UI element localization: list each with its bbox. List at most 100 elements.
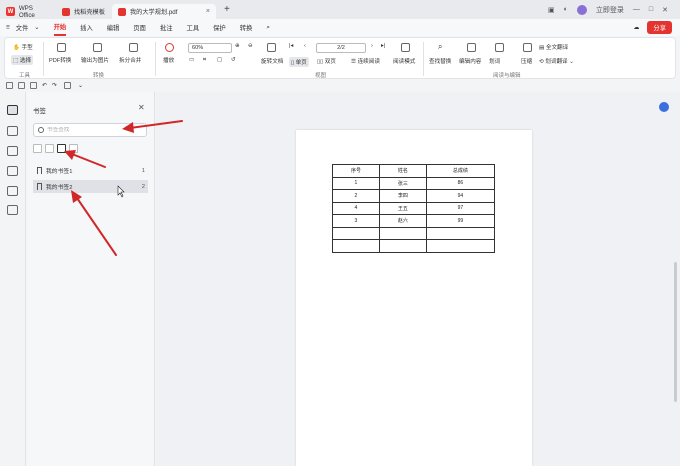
tab-pdf-document[interactable]: 我的大学规划.pdf × [112, 4, 216, 19]
close-icon[interactable]: × [206, 8, 210, 15]
continuous-label: 连续阅读 [357, 59, 380, 65]
bookmark-page: 1 [141, 167, 145, 174]
menu-protect[interactable]: 保护 [213, 19, 226, 36]
menu-home[interactable]: 开始 [53, 19, 67, 36]
bookmark-item[interactable]: 我的书签2 2 [33, 180, 148, 193]
play-icon [165, 43, 174, 52]
collapse-all-icon[interactable] [45, 144, 54, 153]
full-translate-label: 全文翻译 [545, 45, 569, 51]
double-page-button[interactable]: ▯▯ 双页 [317, 57, 336, 65]
hamburger-icon[interactable]: ≡ [6, 24, 10, 31]
highlight-icon [495, 43, 504, 52]
select-tool-button[interactable]: ⬚ 选择 [11, 55, 34, 65]
tab-wps-office[interactable]: W WPS Office [0, 4, 56, 19]
group-label-tools: 工具 [19, 73, 31, 79]
single-page-button[interactable]: ▯ 单页 [289, 57, 309, 67]
thumbnail-icon[interactable] [7, 126, 18, 136]
vertical-scrollbar[interactable] [674, 262, 677, 402]
share-button[interactable]: 分享 [647, 21, 672, 34]
table-cell: 99 [425, 214, 496, 228]
menu-edit[interactable]: 编辑 [107, 19, 120, 36]
maximize-icon[interactable]: □ [649, 6, 653, 13]
table-row: 2 李四 94 [332, 189, 496, 203]
actual-size-icon[interactable]: ▢ [217, 57, 222, 63]
folder-icon[interactable] [6, 82, 13, 89]
delete-bookmark-icon[interactable] [69, 144, 78, 153]
menu-insert[interactable]: 插入 [80, 19, 93, 36]
menu-convert[interactable]: 转换 [240, 19, 253, 36]
new-tab-icon[interactable]: + [224, 4, 230, 15]
search-icon [38, 127, 44, 133]
play-button[interactable]: 播放 [163, 56, 174, 64]
zoom-select[interactable]: 60% [188, 43, 232, 53]
divider [43, 42, 44, 76]
avatar[interactable] [576, 4, 587, 15]
prev-page-icon[interactable]: ‹ [304, 43, 306, 49]
tag-icon[interactable] [7, 166, 18, 176]
undo-icon[interactable]: ↶ [42, 82, 49, 89]
table-cell [425, 226, 496, 240]
comment-icon[interactable] [7, 146, 18, 156]
last-page-icon[interactable]: ▸| [381, 43, 385, 49]
compress-icon [523, 43, 532, 52]
full-translate-button[interactable]: ▤ 全文翻译 [539, 43, 568, 51]
add-bookmark-icon[interactable] [57, 144, 66, 153]
highlight-button[interactable]: 划词 [489, 57, 500, 65]
find-replace-button[interactable]: 查找替换 [429, 57, 451, 65]
group-label-convert: 转换 [93, 73, 105, 79]
bookmark-panel-icon[interactable] [7, 105, 18, 115]
copy-icon[interactable] [64, 82, 71, 89]
table-header-cell: 姓名 [378, 164, 427, 178]
menu-page[interactable]: 页面 [133, 19, 146, 36]
export-image-button[interactable]: 输出为图片 [81, 56, 109, 64]
tab-templates[interactable]: 找稻壳模板 [56, 4, 112, 19]
group-label-view: 视图 [315, 73, 327, 79]
zoom-in-icon[interactable]: ⊕ [235, 43, 240, 49]
redo-icon[interactable]: ↷ [52, 82, 59, 89]
signature-icon[interactable] [7, 186, 18, 196]
split-merge-button[interactable]: 拆分合并 [119, 56, 141, 64]
page-number-input[interactable]: 2/2 [316, 43, 366, 53]
print-icon[interactable] [30, 82, 37, 89]
first-page-icon[interactable]: |◂ [289, 43, 293, 49]
menu-tools[interactable]: 工具 [187, 19, 200, 36]
document-viewport[interactable]: 序号 姓名 总成绩 1 张三 86 2 李四 94 4 王五 97 3 赵六 9… [156, 92, 680, 466]
compress-button[interactable]: 压缩 [521, 57, 532, 65]
hand-tool-button[interactable]: ✋ 手型 [13, 43, 33, 51]
template-icon [62, 7, 70, 16]
continuous-read-button[interactable]: ☰ 连续阅读 [351, 57, 380, 65]
rotate-doc-button[interactable]: 旋转文档 [261, 57, 283, 65]
close-icon[interactable]: ✕ [138, 103, 145, 112]
table-cell: 1 [332, 176, 380, 190]
edit-content-button[interactable]: 编辑内容 [459, 57, 481, 65]
bookmark-search-input[interactable] [47, 127, 137, 133]
ribbon-toolbar: ✋ 手型 ⬚ 选择 工具 PDF转换 输出为图片 拆分合并 转换 播放 60% … [4, 37, 676, 79]
close-window-icon[interactable]: ✕ [662, 6, 668, 14]
pdf-convert-icon [57, 43, 66, 52]
theme-icon[interactable]: ◐ [564, 6, 568, 13]
pdf-convert-button[interactable]: PDF转换 [49, 56, 71, 64]
cloud-icon[interactable]: ☁ [633, 24, 639, 31]
chevron-down-icon[interactable]: ⌄ [78, 82, 85, 89]
login-button[interactable]: 立即登录 [596, 5, 624, 15]
rotate-icon[interactable]: ↺ [231, 57, 236, 63]
assistant-icon[interactable] [659, 102, 669, 112]
layers-icon[interactable] [7, 205, 18, 215]
window-layout-icon[interactable]: ▣ [548, 6, 555, 14]
reading-mode-button[interactable]: 阅读模式 [393, 57, 415, 65]
zoom-out-icon[interactable]: ⊖ [248, 43, 253, 49]
fit-page-icon[interactable]: ⌗ [203, 57, 206, 64]
divider [423, 42, 424, 76]
file-menu[interactable]: 文件 [16, 23, 29, 32]
fit-width-icon[interactable]: ▭ [189, 57, 194, 63]
word-translate-button[interactable]: ⟲ 划词翻译 ⌄ [539, 57, 574, 65]
menu-comment[interactable]: 批注 [160, 19, 173, 36]
next-page-icon[interactable]: › [371, 43, 373, 49]
score-table: 序号 姓名 总成绩 1 张三 86 2 李四 94 4 王五 97 3 赵六 9… [332, 164, 496, 253]
minimize-icon[interactable]: — [633, 6, 640, 13]
expand-all-icon[interactable] [33, 144, 42, 153]
bookmark-item[interactable]: 我的书签1 1 [33, 164, 148, 177]
save-icon[interactable] [18, 82, 25, 89]
table-row: 4 王五 97 [332, 201, 496, 215]
search-icon[interactable]: ⌕ [266, 19, 270, 36]
